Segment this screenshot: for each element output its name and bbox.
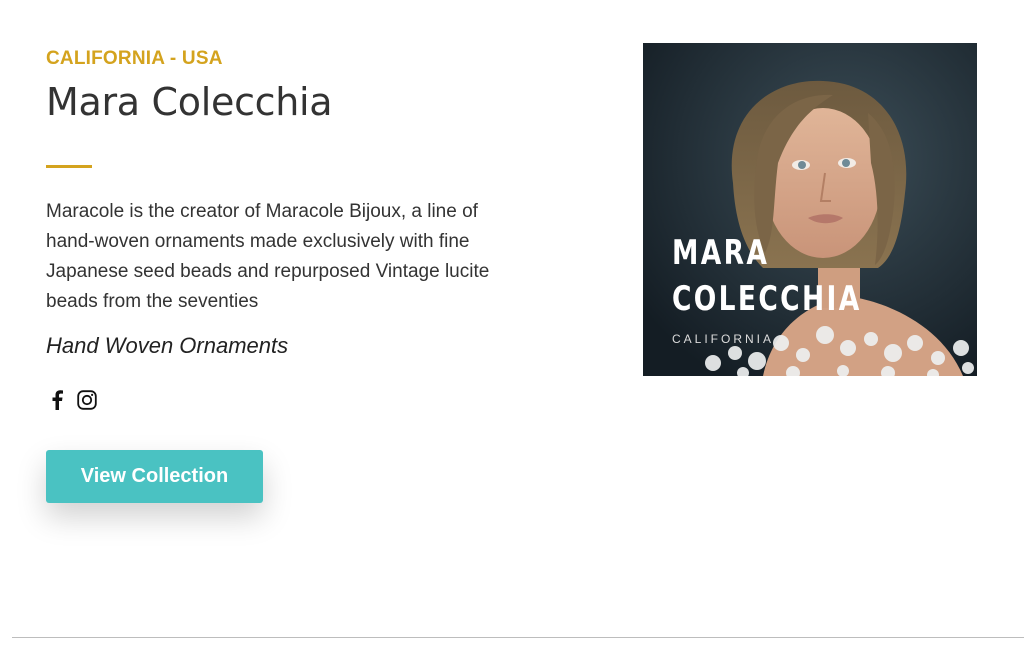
bottom-divider bbox=[12, 637, 1024, 638]
view-collection-button[interactable]: View Collection bbox=[46, 450, 263, 503]
instagram-link[interactable] bbox=[76, 389, 98, 411]
artist-name: Mara Colecchia bbox=[46, 80, 333, 124]
artist-tagline: Hand Woven Ornaments bbox=[46, 333, 289, 358]
social-links bbox=[46, 389, 98, 411]
portrait-name-line-2: COLECCHIA bbox=[672, 279, 862, 319]
artist-location: CALIFORNIA - USA bbox=[46, 48, 223, 69]
portrait-name-line-1: MARA bbox=[672, 233, 770, 273]
artist-bio: Maracole is the creator of Maracole Bijo… bbox=[46, 201, 490, 312]
artist-portrait[interactable]: MARA COLECCHIA CALIFORNIA bbox=[643, 43, 977, 376]
facebook-link[interactable] bbox=[46, 389, 68, 411]
accent-divider bbox=[46, 165, 92, 168]
instagram-icon bbox=[77, 390, 97, 410]
portrait-photo bbox=[643, 43, 977, 376]
portrait-location: CALIFORNIA bbox=[672, 332, 775, 346]
facebook-icon bbox=[52, 390, 63, 410]
